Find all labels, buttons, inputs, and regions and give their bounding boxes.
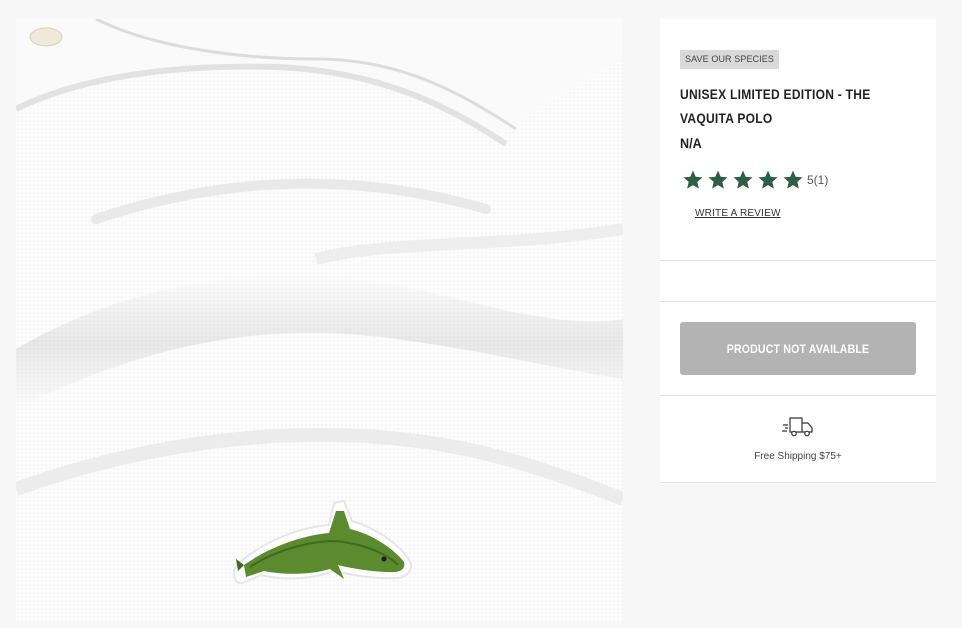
star-icon <box>783 170 803 189</box>
divider <box>660 301 936 302</box>
product-info-section: SAVE OUR SPECIES UNISEX LIMITED EDITION … <box>660 19 936 260</box>
product-rating[interactable]: 5(1) <box>681 167 828 192</box>
product-photo <box>16 19 623 622</box>
product-image[interactable] <box>16 19 623 622</box>
write-review-link[interactable]: WRITE A REVIEW <box>695 208 781 219</box>
free-shipping-text: Free Shipping $75+ <box>754 451 842 462</box>
divider <box>660 395 936 396</box>
star-icon <box>683 170 703 189</box>
star-icon <box>708 170 728 189</box>
star-icon <box>733 170 753 189</box>
product-not-available-button[interactable]: PRODUCT NOT AVAILABLE <box>680 322 916 375</box>
product-badge: SAVE OUR SPECIES <box>680 50 779 69</box>
divider <box>660 482 936 483</box>
star-rating <box>681 168 805 192</box>
product-panel: SAVE OUR SPECIES UNISEX LIMITED EDITION … <box>660 19 936 483</box>
divider <box>660 260 936 261</box>
cta-label: PRODUCT NOT AVAILABLE <box>726 341 870 356</box>
product-title: UNISEX LIMITED EDITION - THE VAQUITA POL… <box>680 86 871 126</box>
product-price: N/A <box>680 135 702 151</box>
star-icon <box>758 170 778 189</box>
delivery-truck-icon <box>782 417 813 437</box>
rating-count: 5(1) <box>807 172 829 187</box>
